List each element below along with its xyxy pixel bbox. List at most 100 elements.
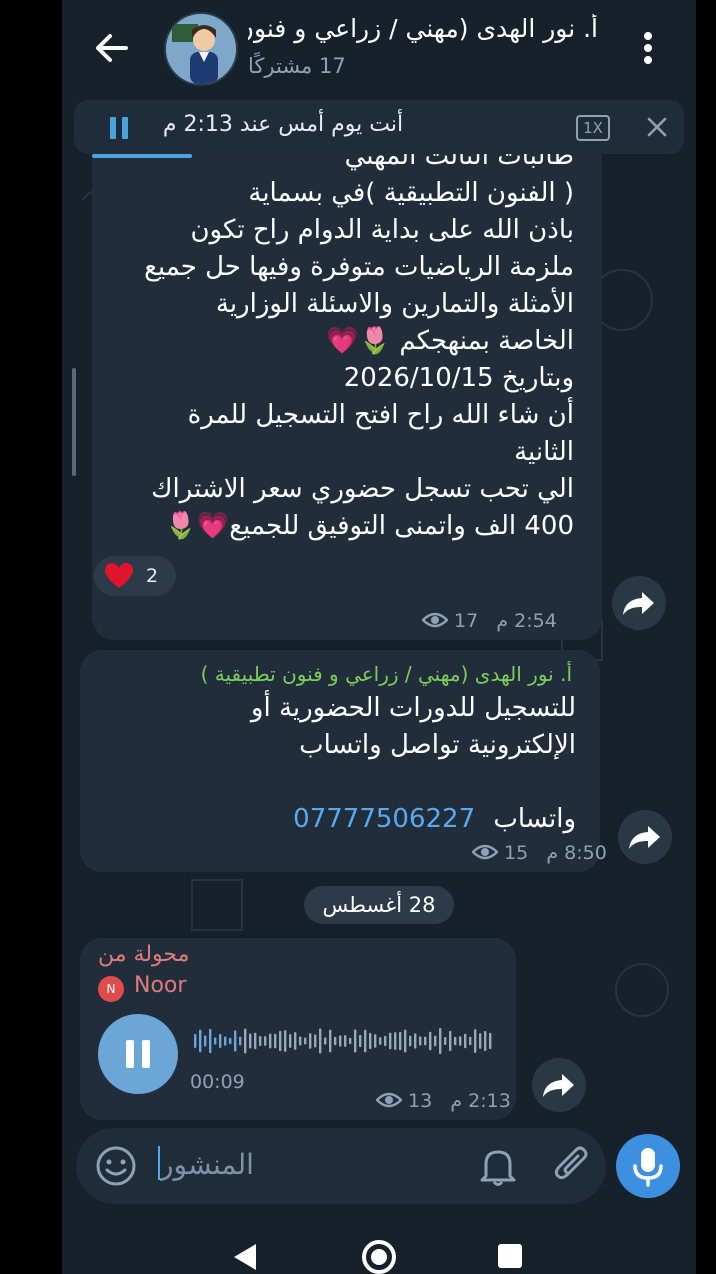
mic-icon [633,1148,663,1187]
message-text: للتسجيل للدورات الحضورية أو الإلكترونية … [96,690,576,838]
waveform-bar [474,1029,477,1053]
playback-speed-button[interactable]: 1X [576,115,610,141]
message-line: الي تحب تسجل حضوري سعر الاشتراك [151,474,574,504]
waveform-bar [374,1034,377,1048]
waveform-bar [459,1036,462,1046]
waveform-bar [354,1029,357,1053]
waveform-bar [414,1033,417,1049]
back-arrow-icon[interactable] [90,26,134,70]
message-time: 2:13 م [450,1090,511,1112]
sender-name[interactable]: أ. نور الهدى (مهني / زراعي و فنون تطبيقي… [201,662,572,686]
waveform-bar [419,1036,422,1046]
waveform-bar [264,1036,267,1046]
share-icon [543,1074,574,1097]
message-line: الثانية [514,437,574,467]
nav-back-icon[interactable] [228,1240,262,1274]
channel-avatar[interactable] [164,12,238,86]
forward-source-name[interactable]: Noor [134,973,186,998]
waveform-bar [279,1030,282,1052]
waveform-bar [489,1032,492,1050]
voice-play-button[interactable] [98,1014,178,1094]
share-button[interactable] [612,576,666,630]
waveform-bar [424,1036,427,1046]
waveform-bar [244,1028,247,1054]
waveform-bar [429,1031,432,1051]
waveform-bar [379,1037,382,1045]
waveform-bar [229,1037,232,1045]
waveform-bar [219,1034,222,1048]
phone-link[interactable]: 07777506227 [293,804,475,834]
message-meta: 15 8:50 م [471,842,607,864]
message-text: طالبات الثالث المهني ( الفنون التطبيقية … [94,138,574,545]
pause-icon [126,1040,150,1068]
waveform-bar [344,1035,347,1047]
text-caret [158,1146,160,1180]
waveform-bar [224,1036,227,1046]
message-line: للتسجيل للدورات الحضورية أو [250,693,576,723]
waveform-bar [194,1034,197,1048]
subscriber-count: 17 مشتركًا [248,54,346,78]
player-progress [92,154,192,158]
waveform-bar [394,1032,397,1050]
waveform-bar [299,1036,302,1046]
waveform-bar [479,1033,482,1049]
waveform-bar [309,1033,312,1049]
view-count: 15 [504,842,529,864]
nav-home-icon[interactable] [360,1238,398,1274]
waveform-bar [454,1036,457,1046]
paperclip-icon[interactable] [552,1144,592,1188]
share-icon [629,826,660,849]
nav-recents-icon[interactable] [496,1242,526,1272]
reaction-chip[interactable]: 2 [94,556,176,596]
voice-duration: 00:09 [190,1071,245,1093]
system-nav-bar [62,1216,696,1274]
whatsapp-label: واتساب [493,804,576,834]
scrollbar[interactable] [72,368,76,476]
waveform-bar [464,1033,467,1049]
mic-button[interactable] [616,1134,680,1198]
waveform-bar [444,1036,447,1046]
message-time: 2:54 م [496,610,557,632]
eye-icon [471,844,499,860]
message-meta: 17 2:54 م [421,610,557,632]
post-input[interactable] [158,1139,502,1189]
close-icon[interactable] [646,116,668,138]
view-count: 17 [454,610,479,632]
waveform-bar [434,1035,437,1047]
message-line: أن شاء الله راح افتح التسجيل للمرة [187,400,574,430]
share-button[interactable] [618,810,672,864]
waveform-bar [199,1029,202,1053]
waveform-bar [314,1034,317,1048]
voice-waveform[interactable] [194,1024,496,1058]
message-line: ( الفنون التطبيقية )في بسماية [248,178,574,208]
waveform-bar [209,1028,212,1054]
player-title: أنت يوم أمس عند 2:13 م [162,112,404,137]
channel-title[interactable]: أ. نور الهدى (مهني / زراعي و فنون تطبيقي… [248,14,598,52]
waveform-bar [249,1033,252,1049]
waveform-bar [294,1032,297,1050]
waveform-bar [409,1035,412,1047]
emoji-icon[interactable] [94,1144,138,1188]
waveform-bar [364,1029,367,1053]
audio-player-bar[interactable]: أنت يوم أمس عند 2:13 م 1X [74,100,684,158]
heart-icon [105,563,133,588]
message-line: واتساب 07777506227 [96,801,576,838]
eye-icon [421,612,449,628]
telegram-channel-screen: أ. نور الهدى (مهني / زراعي و فنون تطبيقي… [62,0,696,1274]
waveform-bar [329,1029,332,1053]
waveform-bar [234,1030,237,1052]
forward-source-avatar: N [98,976,124,1002]
avatar-illustration [166,14,236,84]
waveform-bar [254,1032,257,1050]
more-vert-icon[interactable] [632,26,664,70]
reaction-count: 2 [146,565,159,587]
message-bubble[interactable]: أ. نور الهدى (مهني / زراعي و فنون تطبيقي… [80,650,607,872]
pause-icon[interactable] [108,115,132,141]
chat-header: أ. نور الهدى (مهني / زراعي و فنون تطبيقي… [62,0,696,96]
message-line: 400 الف واتمنى التوفيق للجميع💗🌷 [164,511,574,541]
message-line: الأمثلة والتمارين والاسئلة الوزارية [215,289,574,319]
message-time: 8:50 م [546,842,607,864]
forwarded-label: محولة من [98,942,190,967]
message-meta: 13 2:13 م [375,1090,511,1112]
share-button[interactable] [532,1058,586,1112]
